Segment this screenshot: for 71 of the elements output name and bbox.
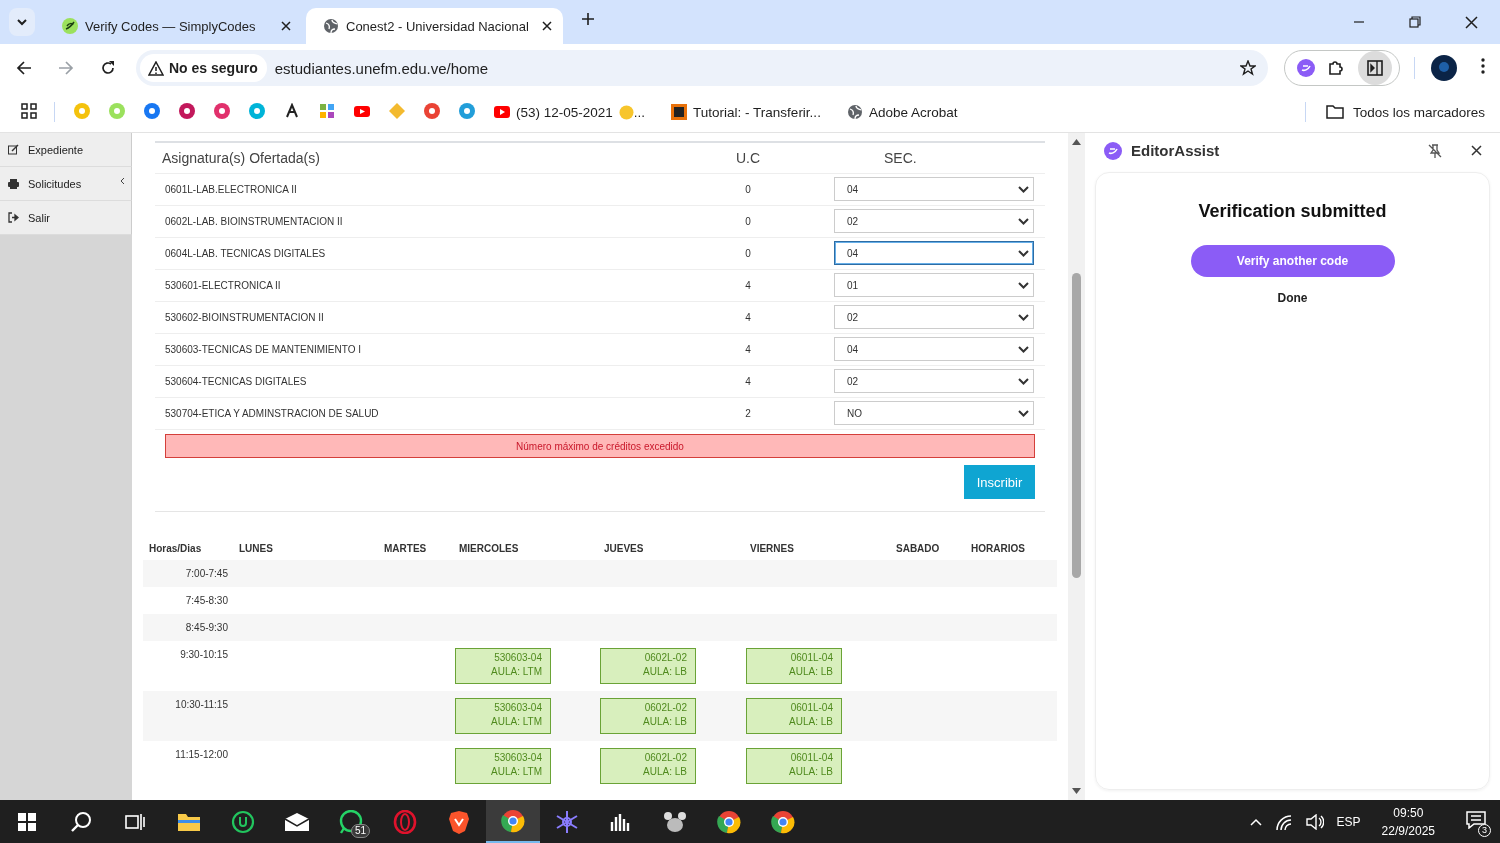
column-header: VIERNES (749, 543, 795, 554)
bookmark-link[interactable]: (53) 12-05-2021 ... (494, 104, 646, 120)
clock[interactable]: 09:50 22/9/2025 (1381, 803, 1435, 840)
table-cell-text: 4 (744, 279, 752, 291)
section-select[interactable]: 02 (834, 209, 1034, 233)
class-block: 0602L-02 AULA: LB (600, 748, 696, 784)
section-select[interactable]: 02 (834, 305, 1034, 329)
section-select[interactable]: 04 (834, 177, 1034, 201)
table-cell-text: 2 (744, 407, 752, 419)
column-header: SABADO (895, 543, 941, 554)
nav-item[interactable]: Salir (0, 201, 132, 235)
class-block: 530603-04 AULA: LTM (455, 748, 551, 784)
table-cell-text: 530602-BIOINSTRUMENTACION II (165, 311, 325, 323)
class-block: 530603-04 AULA: LTM (455, 698, 551, 734)
browser-tab[interactable]: Conest2 - Universidad Nacional (306, 8, 563, 44)
table-cell-text: 530704-ETICA Y ADMINSTRACION DE SALUD (165, 407, 380, 419)
table-cell-text: 530601-ELECTRONICA II (165, 279, 282, 291)
time-cell-text: 7:45-8:30 (184, 594, 229, 608)
table-cell-text: 4 (744, 375, 752, 387)
time-cell-text: 8:45-9:30 (184, 621, 229, 635)
table-cell-text: 4 (744, 311, 752, 323)
class-block: 0601L-04 AULA: LB (746, 698, 842, 734)
table-cell-text: 0601L-LAB.ELECTRONICA II (165, 183, 298, 195)
column-header: SEC. (883, 150, 918, 166)
table-cell-text: 0 (744, 215, 752, 227)
class-block: 0601L-04 AULA: LB (746, 648, 842, 684)
class-block: 0602L-02 AULA: LB (600, 698, 696, 734)
column-header: Horas/Dias (148, 543, 203, 554)
column-header: Asignatura(s) Ofertada(s) (162, 150, 321, 166)
section-select[interactable]: 04 (834, 241, 1034, 265)
section-select[interactable]: NO (834, 401, 1034, 425)
done-button[interactable]: Done (1271, 290, 1314, 306)
nav-item[interactable]: Expediente (0, 133, 132, 167)
bookmark-link[interactable]: Adobe Acrobat (846, 104, 958, 120)
column-header: MARTES (383, 543, 428, 554)
panel-title: EditorAssist (1131, 142, 1221, 159)
bookmark-link[interactable]: Tutorial: - Transferir... (671, 104, 821, 120)
error-alert: Número máximo de créditos excedido (165, 434, 1035, 458)
column-header: JUEVES (603, 543, 645, 554)
verify-another-button[interactable]: Verify another code (1190, 245, 1395, 277)
time-cell-text: 9:30-10:15 (179, 648, 229, 662)
table-cell-text: 0 (744, 247, 752, 259)
language-indicator[interactable]: ESP (1336, 814, 1361, 829)
table-cell-text: 0604L-LAB. TECNICAS DIGITALES (165, 247, 327, 259)
table-cell-text: 0 (744, 183, 752, 195)
column-header: U.C (734, 150, 762, 166)
time-cell-text: 11:15-12:00 (174, 748, 229, 762)
notification-badge: 51 (350, 824, 370, 838)
security-chip[interactable]: No es seguro (140, 54, 267, 82)
class-block: 0601L-04 AULA: LB (746, 748, 842, 784)
notification-badge: 3 (1478, 824, 1491, 837)
section-select[interactable]: 01 (834, 273, 1034, 297)
table-cell-text: 530604-TECNICAS DIGITALES (165, 375, 308, 387)
table-cell-text: 0602L-LAB. BIOINSTRUMENTACION II (165, 215, 344, 227)
column-header: LUNES (238, 543, 274, 554)
section-select[interactable]: 04 (834, 337, 1034, 361)
browser-tab[interactable]: Verify Codes — SimplyCodes (45, 8, 302, 44)
table-cell-text: 530603-TECNICAS DE MANTENIMIENTO I (165, 343, 362, 355)
all-bookmarks-button[interactable]: Todos los marcadores (1325, 104, 1485, 120)
class-block: 530603-04 AULA: LTM (455, 648, 551, 684)
time-cell-text: 10:30-11:15 (174, 698, 229, 712)
address-bar[interactable]: No es seguro estudiantes.unefm.edu.ve/home (136, 50, 1268, 86)
table-cell-text: 4 (744, 343, 752, 355)
card-heading: Verification submitted (1198, 201, 1387, 222)
taskbar-button[interactable]: 51 (324, 800, 378, 843)
nav-item[interactable]: Solicitudes (0, 167, 132, 201)
time-cell-text: 7:00-7:45 (184, 567, 229, 581)
class-block: 0602L-02 AULA: LB (600, 648, 696, 684)
section-select[interactable]: 02 (834, 369, 1034, 393)
column-header: MIERCOLES (458, 543, 520, 554)
column-header: HORARIOS (970, 543, 1026, 554)
